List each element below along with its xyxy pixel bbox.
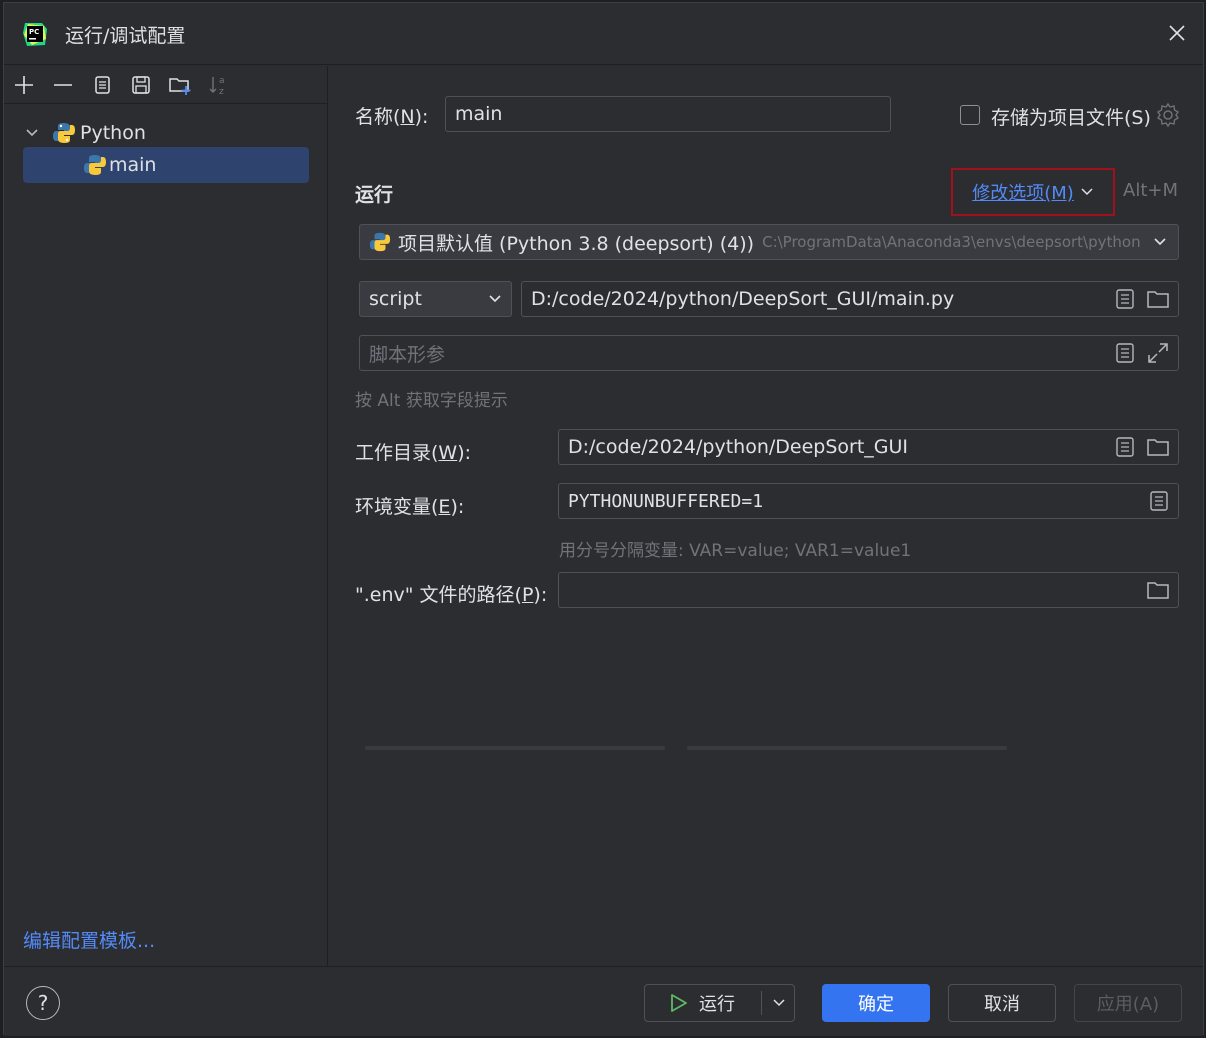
- store-as-file-label: 存储为项目文件(S): [991, 107, 1151, 129]
- script-type-value: script: [369, 288, 422, 310]
- config-tree-panel: az Python main 编辑配置模板...: [4, 66, 328, 966]
- pycharm-icon: PC: [23, 23, 47, 46]
- dotenv-path-input[interactable]: [558, 572, 1179, 608]
- script-path-value: D:/code/2024/python/DeepSort_GUI/main.py: [531, 288, 955, 310]
- modify-options-button[interactable]: 修改选项(M): [951, 168, 1115, 216]
- python-run-config-icon: [84, 155, 106, 175]
- env-label: 环境变量(E):: [355, 496, 465, 518]
- script-type-select[interactable]: script: [359, 281, 512, 317]
- config-form: 名称(N): main 存储为项目文件(S) 运行 修改选项(M) Alt+M …: [329, 66, 1203, 966]
- tree-item-main[interactable]: main: [23, 147, 309, 183]
- chevron-down-icon[interactable]: [772, 996, 786, 1010]
- dialog-title: 运行/调试配置: [65, 25, 186, 47]
- chevron-down-icon: [489, 295, 501, 303]
- chevron-down-icon: [1081, 188, 1093, 196]
- edit-templates-link[interactable]: 编辑配置模板...: [23, 926, 155, 953]
- name-label: 名称(N):: [355, 106, 429, 128]
- sort-icon[interactable]: az: [206, 72, 232, 98]
- remove-icon[interactable]: [50, 72, 76, 98]
- edit-env-icon[interactable]: [1148, 490, 1170, 512]
- workdir-value: D:/code/2024/python/DeepSort_GUI: [568, 436, 909, 458]
- folder-icon[interactable]: [1146, 436, 1170, 458]
- folder-icon[interactable]: [1146, 579, 1170, 601]
- name-value: main: [455, 103, 503, 125]
- run-button[interactable]: 运行: [644, 984, 795, 1022]
- gear-icon[interactable]: [1155, 102, 1181, 128]
- interpreter-path: C:\ProgramData\Anaconda3\envs\deepsort\p…: [762, 233, 1141, 251]
- run-section-title: 运行: [355, 184, 394, 206]
- dotenv-label: ".env" 文件的路径(P):: [355, 584, 548, 606]
- python-icon: [53, 123, 75, 143]
- alt-hint: 按 Alt 获取字段提示: [355, 391, 508, 411]
- svg-text:a: a: [219, 76, 225, 86]
- tree-toolbar: az: [4, 66, 327, 104]
- copy-icon[interactable]: [89, 72, 115, 98]
- new-folder-icon[interactable]: [167, 72, 193, 98]
- python-icon: [369, 232, 391, 252]
- workdir-input[interactable]: D:/code/2024/python/DeepSort_GUI: [558, 429, 1179, 465]
- save-icon[interactable]: [128, 72, 154, 98]
- help-button[interactable]: ?: [26, 986, 60, 1020]
- chevron-down-icon: [1154, 238, 1166, 246]
- maximize-icon[interactable]: [1146, 341, 1170, 365]
- tree-group-label: Python: [80, 122, 146, 144]
- script-params-input[interactable]: 脚本形参: [359, 335, 1179, 371]
- env-hint: 用分号分隔变量: VAR=value; VAR1=value1: [559, 541, 912, 561]
- expand-text-icon[interactable]: [1114, 288, 1136, 310]
- folder-icon[interactable]: [1146, 288, 1170, 310]
- add-icon[interactable]: [11, 72, 37, 98]
- env-vars-input[interactable]: PYTHONUNBUFFERED=1: [558, 483, 1179, 519]
- tree-item-label: main: [109, 154, 157, 176]
- apply-button[interactable]: 应用(A): [1074, 984, 1182, 1022]
- modify-options-link[interactable]: 修改选项(M): [972, 179, 1074, 205]
- run-button-label: 运行: [699, 994, 735, 1015]
- script-params-placeholder: 脚本形参: [369, 343, 446, 366]
- dialog-footer: ? 运行 确定 取消 应用(A): [4, 966, 1203, 1036]
- script-path-input[interactable]: D:/code/2024/python/DeepSort_GUI/main.py: [521, 281, 1179, 317]
- expand-text-icon[interactable]: [1114, 436, 1136, 458]
- tree-group-python[interactable]: Python: [24, 118, 146, 148]
- run-icon: [671, 994, 687, 1012]
- chevron-down-icon[interactable]: [24, 125, 40, 141]
- cancel-button[interactable]: 取消: [948, 984, 1056, 1022]
- store-as-file-checkbox[interactable]: [960, 105, 980, 125]
- scroll-indicator: [687, 746, 1007, 750]
- expand-text-icon[interactable]: [1114, 342, 1136, 364]
- env-vars-value: PYTHONUNBUFFERED=1: [568, 490, 764, 512]
- ok-button[interactable]: 确定: [822, 984, 930, 1022]
- name-input[interactable]: main: [445, 96, 891, 132]
- svg-text:z: z: [219, 87, 224, 97]
- svg-text:PC: PC: [29, 28, 39, 36]
- scroll-indicator: [365, 746, 665, 750]
- workdir-label: 工作目录(W):: [355, 442, 472, 464]
- title-bar: PC 运行/调试配置: [4, 3, 1203, 65]
- run-debug-config-dialog: PC 运行/调试配置 az Python main 编辑配置模板... 名称(N…: [3, 2, 1204, 1036]
- interpreter-select[interactable]: 项目默认值 (Python 3.8 (deepsort) (4)) C:\Pro…: [359, 224, 1179, 260]
- close-icon[interactable]: [1165, 21, 1189, 45]
- modify-options-shortcut: Alt+M: [1123, 180, 1178, 201]
- interpreter-value: 项目默认值 (Python 3.8 (deepsort) (4)): [398, 232, 755, 255]
